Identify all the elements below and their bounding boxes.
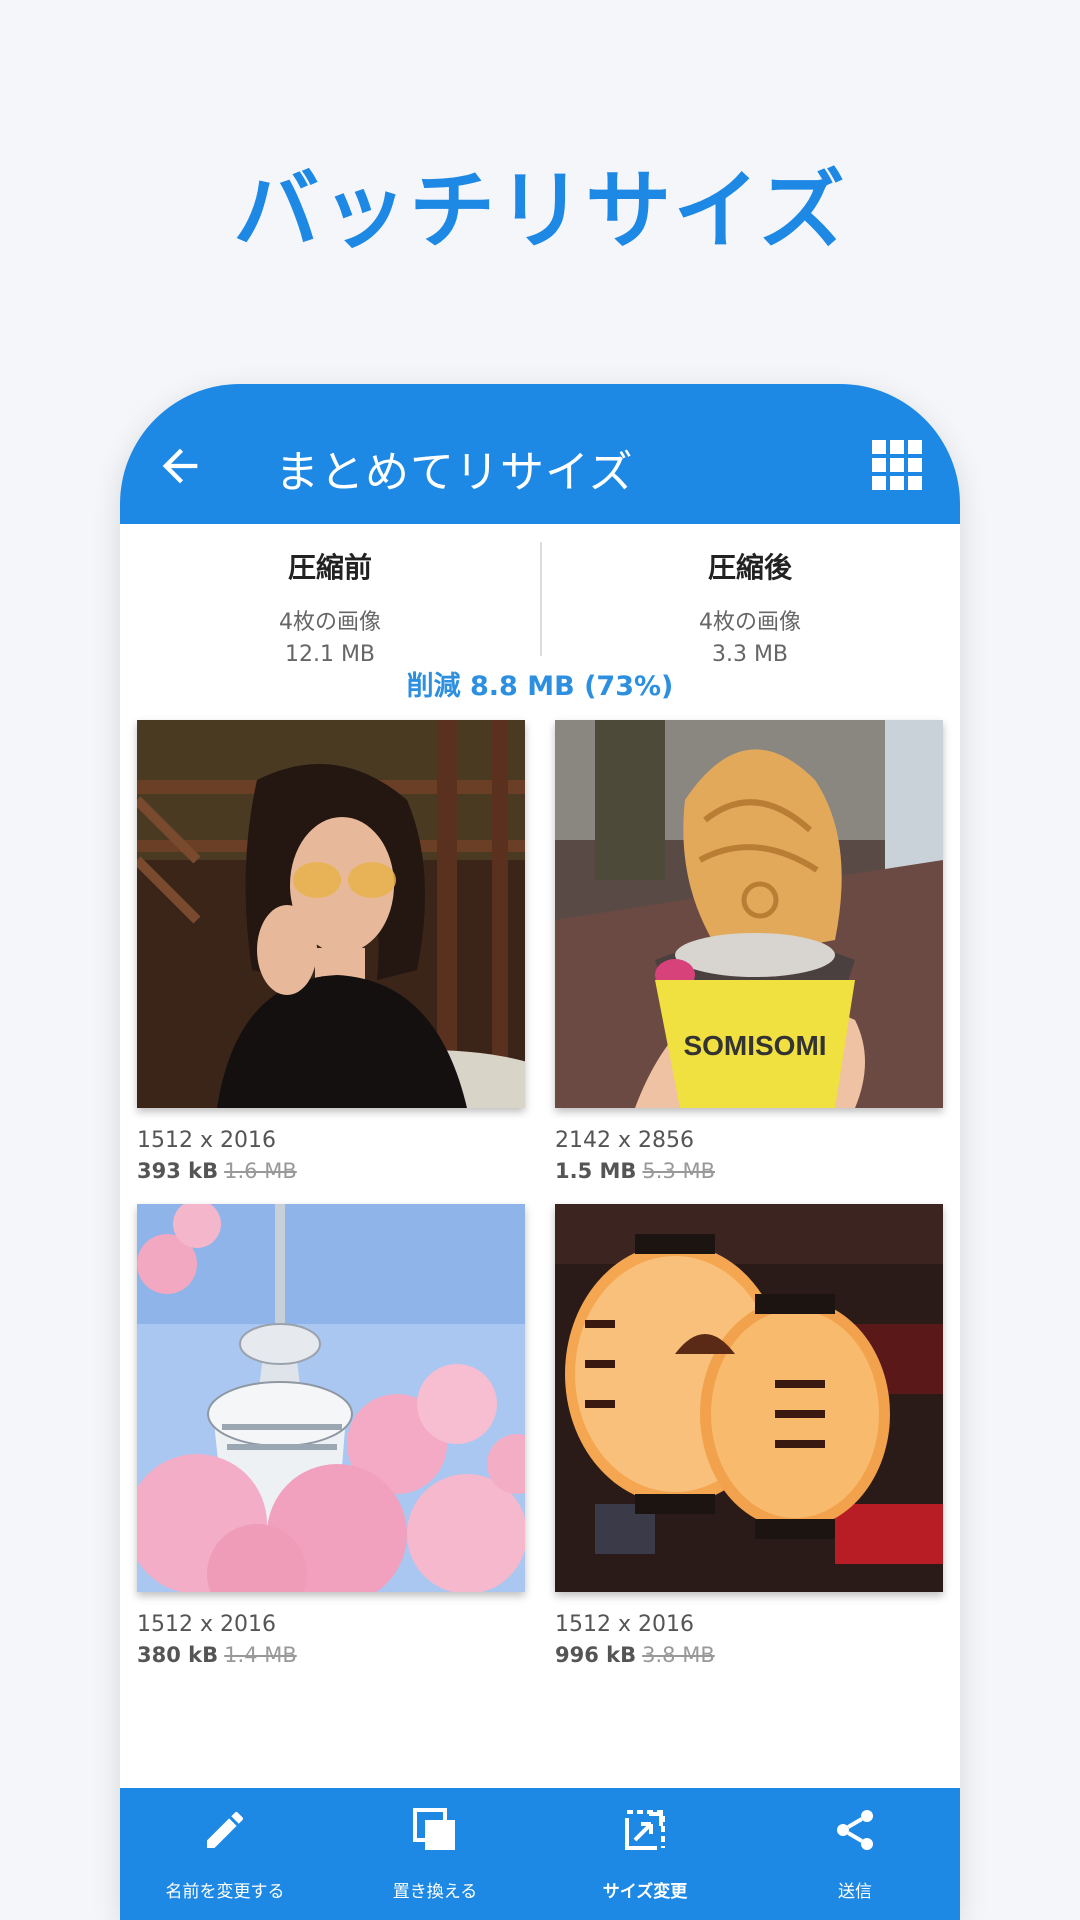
replace-label: 置き換える [392,1882,478,1902]
compression-summary: 圧縮前 4枚の画像 12.1 MB 圧縮後 4枚の画像 3.3 MB 削減 8.… [120,524,960,709]
resize-label: サイズ変更 [602,1882,688,1902]
image-card: 1512 x 2016 380 kB 1.4 MB [137,1204,525,1667]
summary-before: 圧縮前 4枚の画像 12.1 MB [120,524,540,667]
image-dimensions: 1512 x 2016 [137,1128,276,1153]
resize-icon [625,1810,665,1850]
share-label: 送信 [838,1882,872,1902]
image-sizes: 380 kB 1.4 MB [137,1643,525,1667]
old-size: 3.8 MB [642,1643,715,1667]
image-thumbnail-lanterns[interactable] [555,1204,943,1592]
share-button[interactable]: 送信 [750,1788,960,1920]
bottom-action-bar: 名前を変更する 置き換える サイズ変更 送信 [120,1788,960,1920]
summary-before-title: 圧縮前 [287,551,372,584]
old-size: 1.6 MB [224,1159,297,1183]
app-bar: まとめてリサイズ [120,384,960,524]
phone-frame: まとめてリサイズ 圧縮前 4枚の画像 12.1 MB 圧縮後 4枚の画像 3.3… [120,384,960,1920]
old-size: 1.4 MB [224,1643,297,1667]
new-size: 996 kB [555,1643,637,1667]
new-size: 1.5 MB [555,1159,637,1183]
summary-after-count: 4枚の画像 [699,610,801,635]
rename-label: 名前を変更する [165,1882,285,1902]
image-thumbnail-portrait[interactable] [137,720,525,1108]
svg-text:SOMISOMI: SOMISOMI [683,1030,826,1061]
summary-before-count: 4枚の画像 [279,610,381,635]
savings-text: 削減 8.8 MB (73%) [406,671,674,702]
pencil-icon [207,1811,244,1848]
image-thumbnail-ice-cream[interactable]: SOMISOMI [555,720,943,1108]
image-card: SOMISOMI 2142 x 2856 1.5 MB 5.3 MB [555,720,943,1183]
copy-icon [413,1808,455,1850]
new-size: 380 kB [137,1643,219,1667]
summary-after-title: 圧縮後 [707,551,792,584]
rename-button[interactable]: 名前を変更する [120,1788,330,1920]
old-size: 5.3 MB [642,1159,716,1183]
image-sizes: 996 kB 3.8 MB [555,1643,943,1667]
share-icon [837,1810,873,1850]
image-dimensions: 1512 x 2016 [137,1612,276,1637]
image-dimensions: 1512 x 2016 [555,1612,694,1637]
arrow-left-icon[interactable] [154,440,206,492]
summary-after: 圧縮後 4枚の画像 3.3 MB [540,524,960,667]
replace-button[interactable]: 置き換える [330,1788,540,1920]
headline: バッチリサイズ [233,161,847,261]
image-sizes: 393 kB 1.6 MB [137,1159,525,1183]
image-card: 1512 x 2016 393 kB 1.6 MB [137,720,525,1183]
grid-view-icon[interactable] [872,440,922,490]
resize-button[interactable]: サイズ変更 [540,1788,750,1920]
image-dimensions: 2142 x 2856 [555,1128,694,1153]
app-bar-title: まとめてリサイズ [275,447,634,498]
image-sizes: 1.5 MB 5.3 MB [555,1159,943,1183]
image-card: 1512 x 2016 996 kB 3.8 MB [555,1204,943,1667]
new-size: 393 kB [137,1159,219,1183]
image-thumbnail-tower[interactable] [137,1204,525,1592]
